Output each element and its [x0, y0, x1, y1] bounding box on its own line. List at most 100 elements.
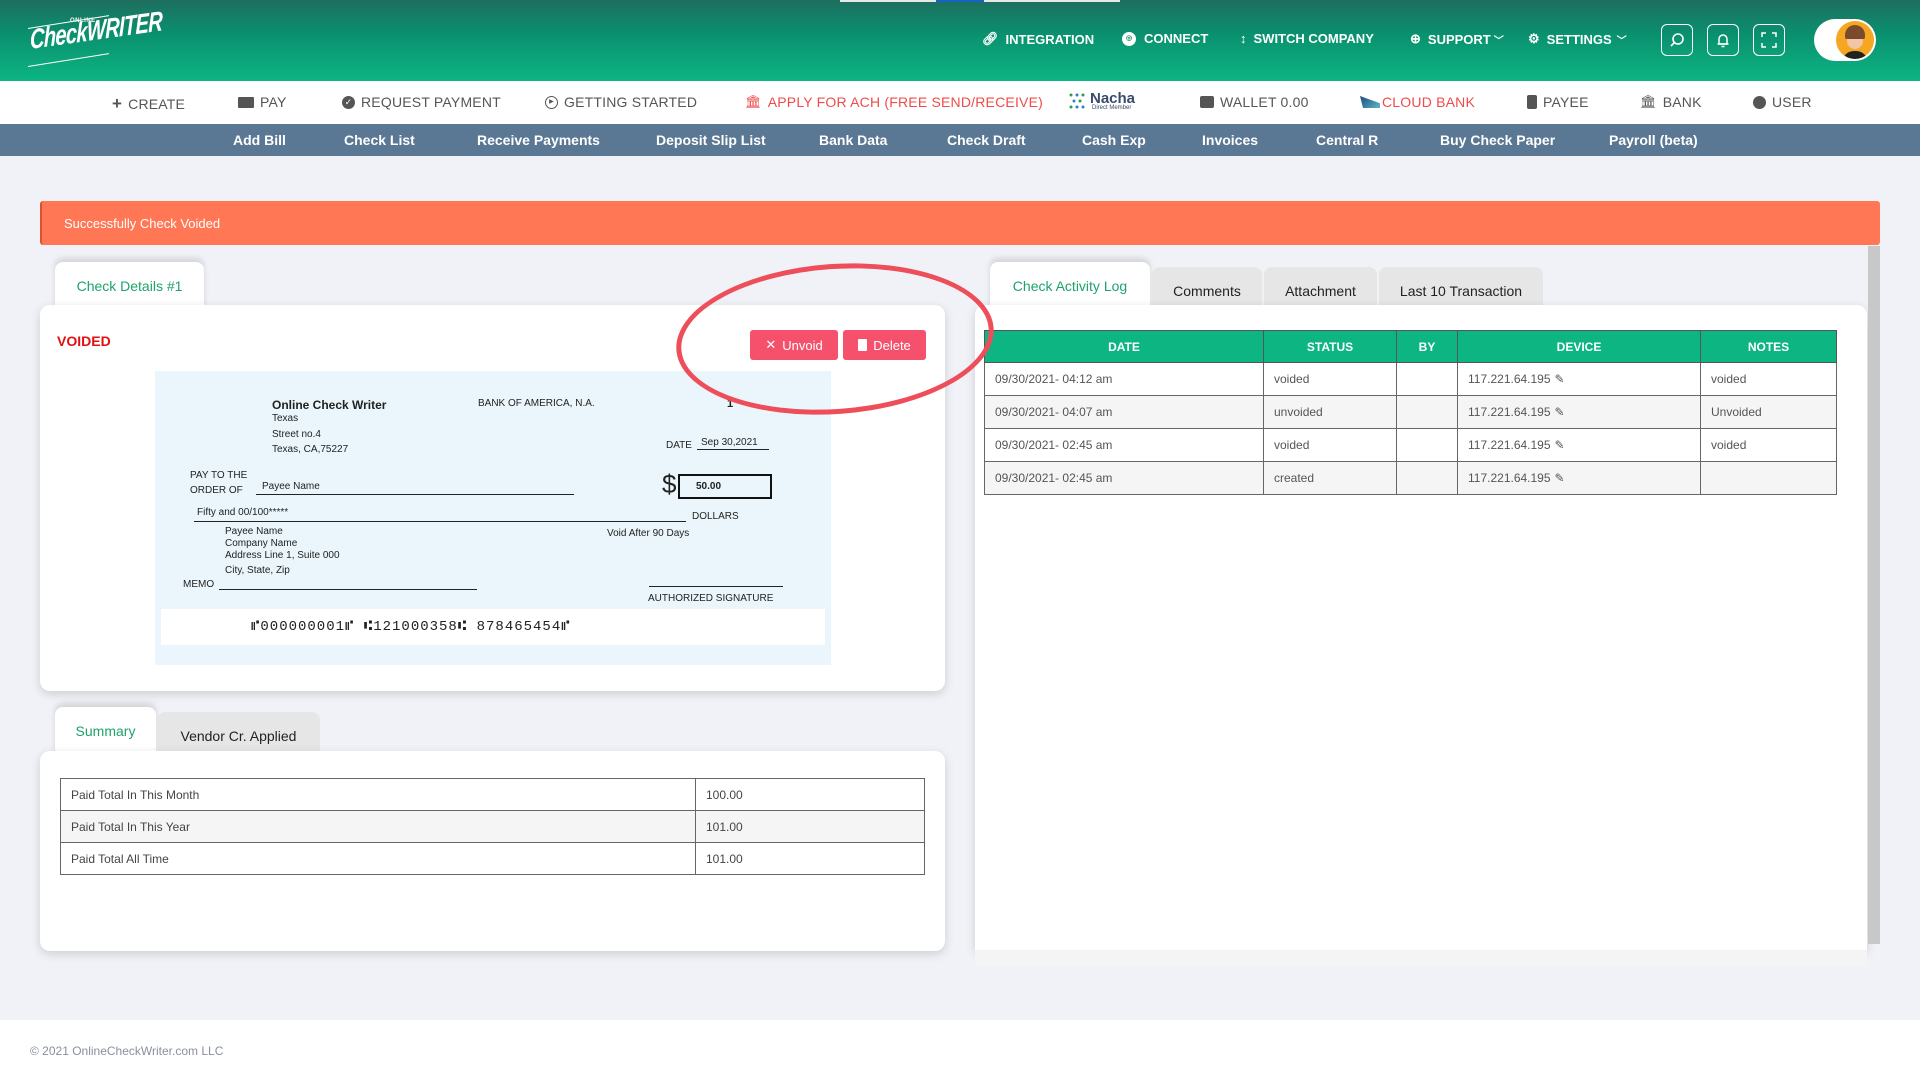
cell-device: 117.221.64.195 ✎	[1457, 428, 1701, 462]
logo[interactable]: ONLINE CheckWRITER	[27, 5, 162, 68]
nav-support[interactable]: ⊕ SUPPORT ﹀	[1410, 31, 1504, 47]
delete-button[interactable]: Delete	[843, 330, 926, 360]
subnav-receive-payments[interactable]: Receive Payments	[477, 132, 600, 148]
check-memo-line	[219, 589, 477, 590]
nav-cloud-bank[interactable]: CLOUD BANK	[1360, 94, 1475, 110]
check-date-value: Sep 30,2021	[701, 437, 758, 448]
nacha-badge[interactable]: Nacha Direct Member	[1068, 90, 1142, 114]
nav-pay[interactable]: PAY	[238, 94, 287, 110]
check-pay-to-label-1: PAY TO THE	[190, 470, 248, 481]
edit-icon[interactable]: ✎	[1555, 405, 1565, 419]
nav-connect[interactable]: ◎ CONNECT	[1122, 31, 1208, 46]
table-row: Paid Total In This Month 100.00	[60, 778, 925, 811]
cloud-bank-icon	[1360, 96, 1380, 108]
tab-summary[interactable]: Summary	[55, 707, 156, 757]
subnav-buy-check-paper[interactable]: Buy Check Paper	[1440, 132, 1555, 148]
column-header-by[interactable]: BY	[1396, 330, 1458, 363]
check-amount-box: 50.00	[678, 474, 772, 499]
cell-by	[1396, 395, 1458, 429]
nav-user[interactable]: USER	[1753, 94, 1812, 110]
check-void-after: Void After 90 Days	[607, 528, 690, 539]
subnav-check-list[interactable]: Check List	[344, 132, 415, 148]
search-button[interactable]	[1661, 24, 1693, 56]
column-header-status[interactable]: STATUS	[1263, 330, 1397, 363]
check-address-name: Payee Name	[225, 526, 283, 537]
subnav-central-r[interactable]: Central R	[1316, 132, 1378, 148]
summary-label: Paid Total In This Year	[60, 810, 696, 843]
tab-vendor-credit-applied[interactable]: Vendor Cr. Applied	[157, 712, 320, 756]
delete-button-label: Delete	[873, 337, 911, 353]
connect-icon: ◎	[1122, 31, 1136, 46]
avatar-shirt	[1842, 51, 1868, 59]
device-ip: 117.221.64.195	[1468, 471, 1551, 485]
table-row: Paid Total All Time 101.00	[60, 842, 925, 875]
subnav-payroll[interactable]: Payroll (beta)	[1609, 132, 1698, 148]
play-icon: ▶	[545, 95, 558, 109]
nav-apply-ach[interactable]: 🏛︎ APPLY FOR ACH (FREE SEND/RECEIVE)	[745, 94, 1043, 110]
user-icon	[1753, 95, 1766, 109]
device-ip: 117.221.64.195	[1468, 372, 1551, 386]
notifications-button[interactable]	[1707, 24, 1739, 56]
nav-create[interactable]: + CREATE	[112, 94, 185, 114]
nav-request-payment[interactable]: ✓ REQUEST PAYMENT	[342, 94, 501, 110]
check-payee-line	[256, 494, 574, 495]
check-micr-line: ⑈000000001⑈ ⑆121000358⑆ 878465454⑈	[251, 619, 571, 635]
nav-integration-label: INTEGRATION	[1005, 31, 1095, 47]
success-alert: Successfully Check Voided	[40, 201, 1880, 245]
subnav-bank-data[interactable]: Bank Data	[819, 132, 887, 148]
edit-icon[interactable]: ✎	[1555, 471, 1565, 485]
avatar	[1836, 21, 1874, 59]
nav-pay-label: PAY	[260, 94, 287, 110]
nav-switch-company[interactable]: ↕ SWITCH COMPANY	[1240, 31, 1374, 46]
subnav-deposit-slip-list[interactable]: Deposit Slip List	[656, 132, 766, 148]
tab-vendor-credit-applied-label: Vendor Cr. Applied	[180, 728, 297, 744]
cell-device: 117.221.64.195 ✎	[1457, 395, 1701, 429]
check-payee-name: Payee Name	[262, 481, 320, 492]
user-menu[interactable]	[1814, 19, 1876, 61]
table-row: 09/30/2021- 04:07 am unvoided 117.221.64…	[984, 395, 1837, 429]
nav-bank[interactable]: 🏛︎ BANK	[1640, 94, 1702, 110]
bank-icon: 🏛︎	[1640, 94, 1657, 109]
edit-icon[interactable]: ✎	[1555, 372, 1565, 386]
payee-icon	[1527, 95, 1537, 109]
top-progress-indicator	[840, 0, 1120, 2]
avatar-hair	[1845, 25, 1865, 39]
edit-icon[interactable]: ✎	[1555, 438, 1565, 452]
column-header-device[interactable]: DEVICE	[1457, 330, 1701, 363]
subnav-cash-exp[interactable]: Cash Exp	[1082, 132, 1146, 148]
check-date-line	[697, 449, 769, 450]
activity-log-card: DATE STATUS BY DEVICE NOTES 09/30/2021- …	[975, 305, 1867, 950]
cell-date: 09/30/2021- 04:07 am	[984, 395, 1264, 429]
check-bank-name: BANK OF AMERICA, N.A.	[478, 398, 595, 409]
activity-panel-scrollbar[interactable]	[1868, 246, 1880, 944]
nav-wallet[interactable]: WALLET 0.00	[1200, 94, 1309, 110]
tab-attachment-label: Attachment	[1285, 283, 1356, 299]
unvoid-button[interactable]: ✕ Unvoid	[750, 330, 838, 360]
nav-integration[interactable]: 🔗︎ INTEGRATION	[982, 31, 1094, 47]
pay-icon	[238, 96, 254, 108]
alert-message: Successfully Check Voided	[64, 216, 221, 231]
wallet-icon	[1200, 96, 1214, 108]
subnav-invoices[interactable]: Invoices	[1202, 132, 1258, 148]
fullscreen-button[interactable]	[1753, 24, 1785, 56]
cell-status: voided	[1263, 428, 1397, 462]
check-company-addr2: Street no.4	[272, 429, 321, 440]
chevron-down-icon: ﹀	[1493, 35, 1504, 47]
column-header-date[interactable]: DATE	[984, 330, 1264, 363]
table-row: Paid Total In This Year 101.00	[60, 810, 925, 843]
check-address-company: Company Name	[225, 538, 298, 549]
subnav-add-bill[interactable]: Add Bill	[233, 132, 286, 148]
subnav-check-draft[interactable]: Check Draft	[947, 132, 1026, 148]
summary-card: Paid Total In This Month 100.00 Paid Tot…	[40, 751, 945, 951]
check-amount: 50.00	[696, 481, 722, 492]
check-address-line1: Address Line 1, Suite 000	[225, 550, 340, 561]
nav-settings[interactable]: ⚙︎ SETTINGS ﹀	[1528, 31, 1627, 47]
nacha-subtitle: Direct Member	[1092, 105, 1132, 111]
check-signature-line	[649, 586, 783, 587]
check-amount-words: Fifty and 00/100*****	[197, 507, 289, 518]
nav-payee[interactable]: PAYEE	[1527, 94, 1589, 110]
cell-status: created	[1263, 461, 1397, 495]
nav-getting-started[interactable]: ▶ GETTING STARTED	[545, 94, 697, 110]
nav-create-label: CREATE	[128, 96, 186, 112]
column-header-notes[interactable]: NOTES	[1700, 330, 1837, 363]
